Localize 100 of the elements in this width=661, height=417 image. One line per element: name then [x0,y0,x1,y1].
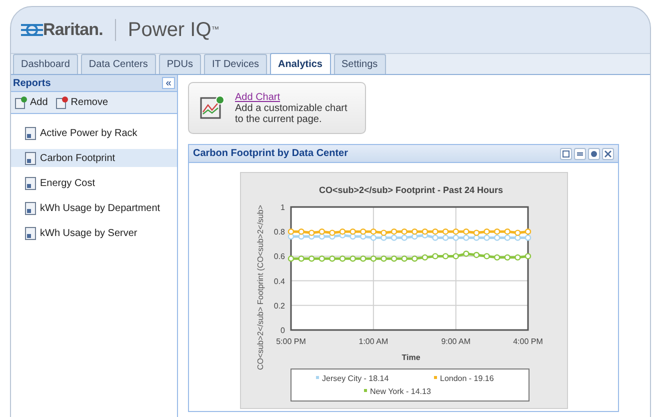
point [390,234,397,241]
point [524,253,531,260]
nav-tab[interactable]: IT Devices [204,54,268,74]
add-chart-description: Add a customizable chart to the current page. [235,102,348,124]
document-icon [25,202,36,214]
point [514,254,520,261]
document-icon [25,152,36,164]
point [483,253,490,260]
point [328,230,335,236]
point [411,233,418,240]
point [432,228,438,235]
brand-name: Raritan. [43,19,103,42]
nav-tab[interactable]: Dashboard [13,54,78,74]
point [298,256,304,262]
point [338,228,346,235]
point [472,252,480,258]
point [360,233,366,240]
nav-tab[interactable]: Analytics [270,53,330,74]
y-tick-label: 0.6 [273,252,284,262]
remove-icon [56,96,68,109]
point [462,228,469,235]
report-item[interactable]: Carbon Footprint [11,149,177,167]
point [308,256,314,262]
legend-label: Jersey City - 18.14 [322,374,388,383]
report-item[interactable]: Active Power by Rack [11,124,177,142]
report-item[interactable]: Energy Cost [11,174,177,192]
point [380,230,386,236]
nav-tab[interactable]: Data Centers [80,54,156,74]
point [318,256,325,262]
point [493,234,500,241]
point [421,228,428,235]
point [524,234,531,241]
point [400,228,407,235]
point [349,233,356,240]
point [349,256,356,262]
point [483,228,490,235]
document-icon [25,176,36,190]
point [380,256,386,262]
point [349,228,356,235]
point [462,250,469,257]
point [370,228,376,235]
product-name: Power IQ$^{™}$ [128,18,220,43]
point [360,256,366,262]
point [493,254,500,261]
report-item[interactable]: kWh Usage by Department [11,199,177,217]
point [421,254,428,261]
point [524,228,531,235]
toolbar-button[interactable]: Add [15,95,48,110]
chart-icon [199,95,225,121]
point [370,234,376,241]
point [432,234,438,241]
x-tick-label: 4:00 PM [512,337,542,346]
panel-title: Carbon Footprint by Data Center [193,147,348,161]
add-icon [15,96,27,109]
point [308,230,314,236]
point [328,256,335,262]
y-tick-label: 0.4 [273,276,284,286]
point [493,228,500,235]
point [432,253,438,260]
point [390,256,397,262]
point [370,256,376,262]
point [287,228,294,235]
legend-label: New York - 14.13 [370,387,430,396]
report-item[interactable]: kWh Usage by Server [11,224,177,242]
nav-tab[interactable]: PDUs [158,54,201,74]
sidebar-title: Reports [13,76,51,90]
point [287,233,294,240]
x-axis-label: Time [401,353,420,362]
logo-icon [21,23,43,37]
toolbar-button[interactable]: Remove [56,95,108,110]
y-axis-label: CO<sub>2</sub> Footprint (CO<sub>2</sub> [256,205,264,370]
point [411,228,418,235]
point [472,230,480,236]
document-icon [25,226,36,240]
point [442,228,448,235]
point [514,230,520,236]
point [318,233,325,240]
close-button[interactable] [602,148,614,160]
point [442,234,448,241]
collapse-button[interactable]: « [162,77,175,89]
y-tick-label: 0.2 [273,301,284,310]
y-tick-label: 1 [280,203,284,212]
point [504,254,510,261]
point [318,228,325,235]
x-tick-label: 9:00 AM [440,337,470,346]
point [360,228,366,235]
legend-label: London - 19.16 [440,374,494,383]
point [411,256,418,262]
point [298,228,304,235]
x-tick-label: 1:00 AM [358,337,388,346]
point [462,234,469,241]
nav-tab[interactable]: Settings [334,54,386,74]
y-tick-label: 0 [280,326,284,335]
add-chart-link[interactable]: Add Chart [235,92,355,102]
point [338,256,346,262]
x-tick-label: 5:00 PM [276,337,306,346]
document-icon [25,126,36,140]
close-icon [604,150,612,158]
point [514,234,520,241]
point [298,233,304,240]
